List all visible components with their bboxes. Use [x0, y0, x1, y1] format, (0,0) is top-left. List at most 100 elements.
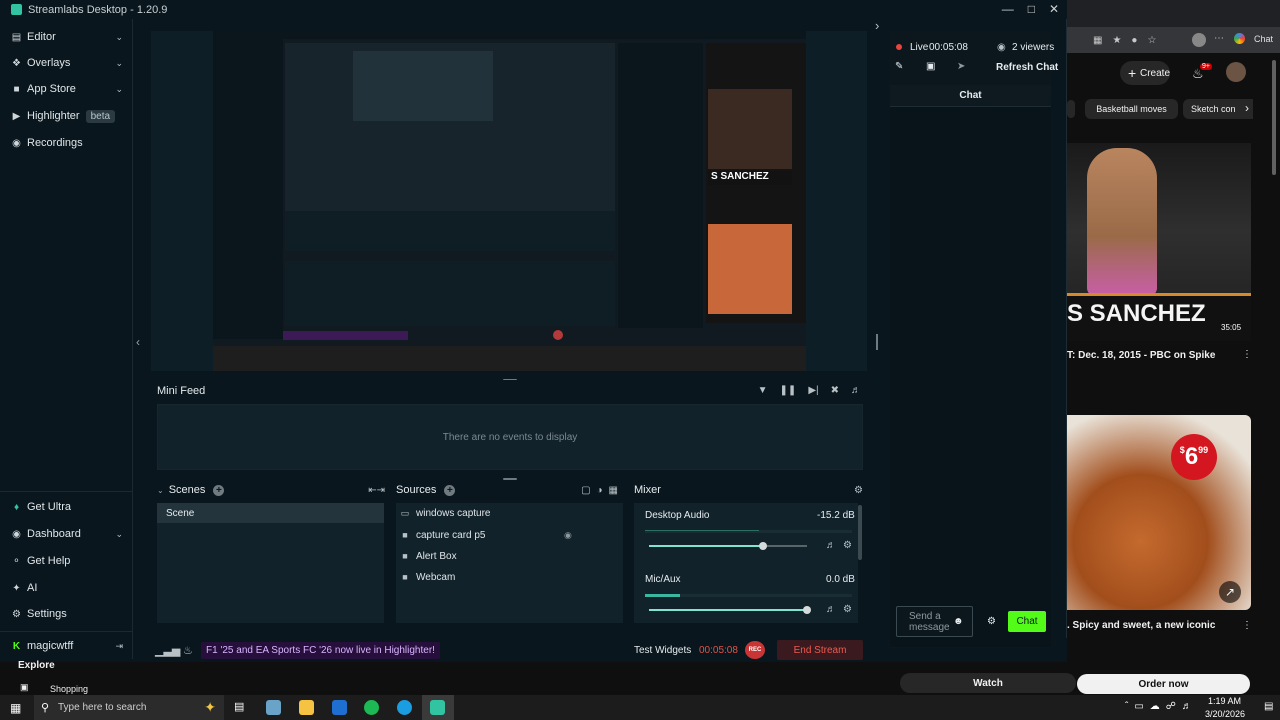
source-item[interactable]: ■ Webcam [400, 567, 620, 587]
windows-start-icon[interactable]: ▦ [10, 701, 21, 715]
volume-slider[interactable] [649, 606, 811, 614]
scene-transitions-icon[interactable]: ⇤⇥ [368, 485, 385, 496]
gear-icon[interactable]: ⚙ [854, 485, 863, 496]
add-scene-icon[interactable]: + [213, 484, 225, 496]
taskbar-app-icon[interactable] [266, 700, 281, 715]
sidebar-item-get-help[interactable]: ⚬ Get Help [0, 548, 133, 574]
end-stream-button[interactable]: End Stream [777, 640, 863, 660]
user-profile[interactable]: K magicwtff ⇥ [0, 633, 133, 659]
ad-thumbnail[interactable]: $ 6 99 ↗ [1067, 415, 1251, 610]
order-now-button[interactable]: Order now [1077, 674, 1250, 694]
resize-handle[interactable] [503, 478, 517, 480]
sidebar-item-ai[interactable]: ✦ AI [0, 575, 133, 601]
browser-toolbar-icons[interactable]: ▦★●☆ [1093, 35, 1166, 46]
refresh-chat-button[interactable]: Refresh Chat [996, 62, 1058, 73]
more-icon[interactable]: ⋯ [1214, 33, 1224, 44]
volume-icon[interactable]: ♬ [851, 385, 861, 396]
chip-basketball-moves[interactable]: Basketball moves [1085, 99, 1178, 119]
chat-messages [890, 107, 1051, 647]
notification-bell-icon[interactable]: ♨ [183, 644, 193, 657]
sidebar-item-dashboard[interactable]: ◉ Dashboard ⌄ [0, 521, 133, 547]
chevron-right-icon[interactable]: › [1245, 101, 1249, 115]
chat-assistant-icon[interactable] [1234, 33, 1245, 44]
edge-icon[interactable] [397, 700, 412, 715]
maximize-icon[interactable]: □ [1028, 0, 1035, 19]
taskbar-search-input[interactable]: ⚲ Type here to search ✦ [34, 695, 224, 720]
scene-item[interactable]: Scene [157, 503, 384, 523]
avatar[interactable] [1226, 62, 1246, 82]
emoji-icon[interactable]: ☻ [953, 616, 964, 627]
edit-stream-icon[interactable]: ✎ [895, 61, 903, 72]
file-explorer-icon[interactable] [299, 700, 314, 715]
logout-icon[interactable]: ⇥ [115, 641, 123, 652]
video-icon[interactable]: ▣ [926, 61, 935, 72]
avatar[interactable] [1192, 33, 1206, 47]
streamlabs-taskbar-icon[interactable] [430, 700, 445, 715]
video-duration: 35:05 [1219, 323, 1244, 332]
close-icon[interactable]: ✕ [1049, 0, 1059, 19]
spotify-icon[interactable] [364, 700, 379, 715]
sidebar-item-get-ultra[interactable]: ♦ Get Ultra [0, 494, 133, 520]
video-title[interactable]: T: Dec. 18, 2015 - PBC on Spike [1067, 350, 1215, 361]
watch-button[interactable]: Watch [900, 673, 1076, 693]
task-view-icon[interactable]: ▤ [234, 700, 244, 713]
speaker-icon[interactable]: ♬ [826, 604, 836, 615]
send-chat-button[interactable]: Chat [1008, 611, 1046, 632]
chevron-down-icon[interactable]: ⌄ [157, 486, 164, 495]
skip-icon[interactable]: ▶| [808, 385, 818, 396]
pause-icon[interactable]: ❚❚ [780, 385, 797, 396]
create-button[interactable]: + Create [1120, 61, 1170, 85]
sidebar-item-highlighter[interactable]: ▶ Highlighter beta [0, 103, 133, 129]
gear-icon[interactable]: ⚙ [843, 540, 852, 551]
collapse-left-icon[interactable]: ‹ [136, 335, 140, 349]
sidebar-item-app-store[interactable]: ■ App Store ⌄ [0, 76, 133, 102]
speaker-icon[interactable]: ♬ [826, 540, 836, 551]
chevron-down-icon[interactable]: ⌄ [115, 32, 123, 43]
minimize-icon[interactable]: — [1002, 0, 1014, 19]
sidebar-item-recordings[interactable]: ◉ Recordings [0, 130, 133, 156]
sidebar-item-overlays[interactable]: ❖ Overlays ⌄ [0, 50, 133, 76]
test-widgets-button[interactable]: Test Widgets [634, 645, 691, 656]
video-thumbnail[interactable]: S SANCHEZ 35:05 [1067, 143, 1251, 341]
highlighter-promo[interactable]: F1 '25 and EA Sports FC '26 now live in … [201, 642, 440, 659]
chip-sketch-con[interactable]: Sketch con [1183, 99, 1253, 119]
browser-chat-label[interactable]: Chat [1254, 34, 1273, 44]
scrollbar[interactable] [1272, 60, 1276, 175]
volume-slider[interactable] [649, 542, 807, 550]
volume-slider-knob[interactable] [803, 606, 811, 614]
sidebar-item-label: Recordings [27, 137, 83, 149]
system-tray-icons[interactable]: ˆ▭☁☍♬ [1125, 701, 1198, 712]
collapse-right-icon[interactable]: › [875, 18, 879, 33]
source-item[interactable]: ■ capture card p5 ◉ [400, 525, 620, 545]
ad-title[interactable]: . Spicy and sweet, a new iconic [1067, 620, 1215, 631]
stream-preview[interactable]: S SANCHEZ [151, 31, 867, 371]
sidebar-item-settings[interactable]: ⚙ Settings [0, 601, 133, 627]
filter-icon[interactable]: ▼ [758, 385, 768, 396]
volume-slider-knob[interactable] [758, 542, 767, 550]
source-tools-icon[interactable]: ▢◑▦ [581, 485, 624, 496]
sidebar-item-label: Overlays [27, 57, 71, 69]
resize-handle[interactable] [876, 334, 878, 350]
add-source-icon[interactable]: + [444, 484, 456, 496]
more-vertical-icon[interactable]: ⋮ [1242, 620, 1252, 631]
stats-icon[interactable]: ▁▃▅ [155, 644, 180, 657]
expand-icon[interactable]: ↗ [1219, 581, 1241, 603]
chevron-down-icon[interactable]: ⌄ [115, 84, 123, 95]
gear-icon[interactable]: ⚙ [987, 616, 996, 627]
scrollbar[interactable] [858, 505, 862, 560]
sidebar-item-editor[interactable]: ▤ Editor ⌄ [0, 24, 133, 50]
more-vertical-icon[interactable]: ⋮ [1242, 349, 1252, 360]
chip[interactable] [1067, 100, 1075, 118]
source-item[interactable]: ▭ windows capture [400, 503, 620, 523]
notification-center-icon[interactable]: ▤ [1264, 701, 1273, 712]
chevron-down-icon[interactable]: ⌄ [115, 529, 123, 540]
mute-alerts-icon[interactable]: ✖ [831, 385, 839, 396]
chevron-down-icon[interactable]: ⌄ [115, 58, 123, 69]
lock-icon[interactable]: ◉ [564, 530, 572, 541]
source-item[interactable]: ■ Alert Box [400, 546, 620, 566]
outlook-icon[interactable] [332, 700, 347, 715]
gear-icon[interactable]: ⚙ [843, 604, 852, 615]
shopping-link[interactable]: Shopping [50, 684, 88, 694]
rec-button[interactable]: REC [745, 641, 765, 659]
share-icon[interactable]: ➤ [957, 61, 965, 72]
